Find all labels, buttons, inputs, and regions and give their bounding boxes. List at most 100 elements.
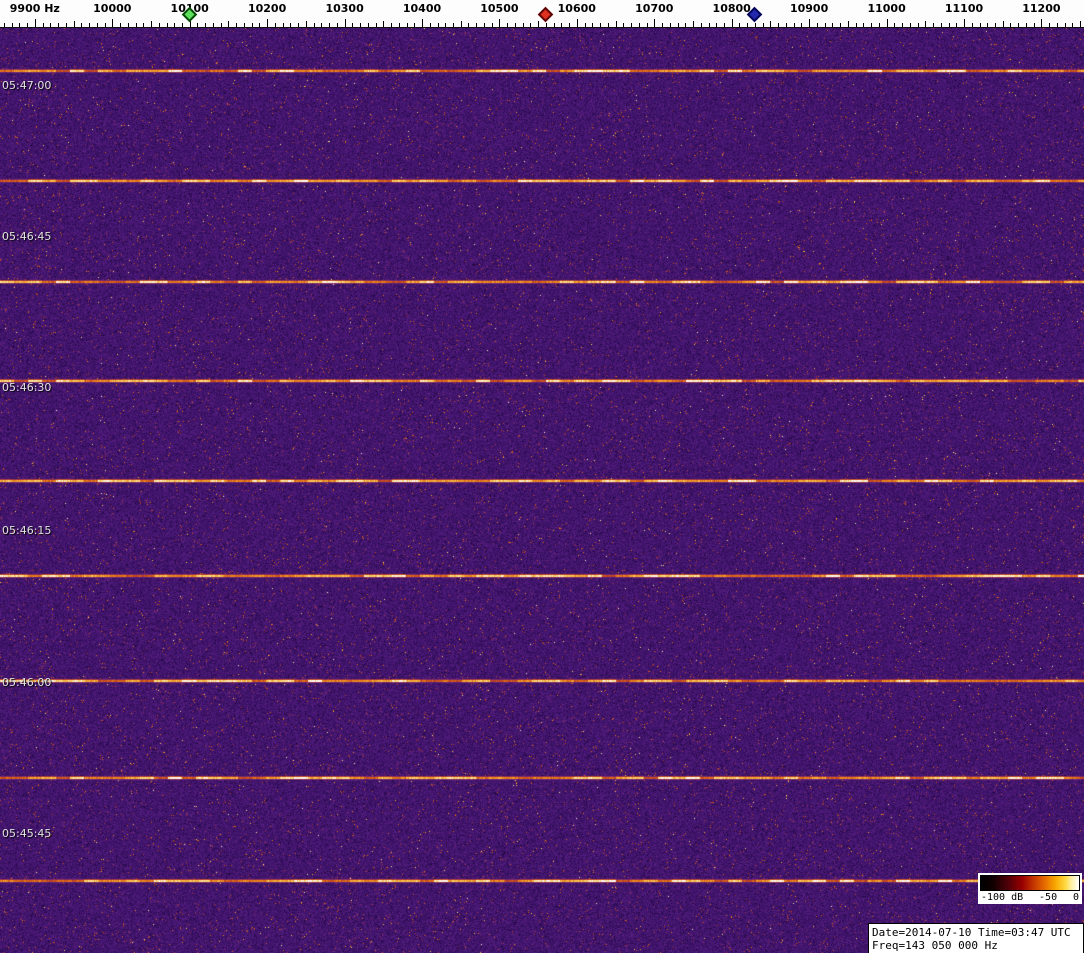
major-tick <box>887 19 888 27</box>
minor-tick <box>290 23 291 27</box>
minor-tick <box>1018 23 1019 27</box>
minor-tick <box>786 23 787 27</box>
minor-tick <box>143 23 144 27</box>
minor-tick <box>902 23 903 27</box>
minor-tick <box>205 23 206 27</box>
minor-tick <box>724 23 725 27</box>
minor-tick <box>298 23 299 27</box>
minor-tick <box>1080 21 1081 27</box>
time-axis-label: 05:46:45 <box>2 230 51 243</box>
major-tick <box>809 19 810 27</box>
minor-tick <box>12 23 13 27</box>
minor-tick <box>244 23 245 27</box>
minor-tick <box>391 23 392 27</box>
major-tick <box>1041 19 1042 27</box>
major-tick <box>577 19 578 27</box>
time-axis-label: 05:46:00 <box>2 676 51 689</box>
minor-tick <box>468 23 469 27</box>
minor-tick <box>484 23 485 27</box>
minor-tick <box>778 23 779 27</box>
minor-tick <box>1065 23 1066 27</box>
tick-label: 10300 <box>325 2 363 15</box>
minor-tick <box>4 23 5 27</box>
minor-tick <box>120 23 121 27</box>
minor-tick <box>252 23 253 27</box>
minor-tick <box>685 23 686 27</box>
minor-tick <box>19 23 20 27</box>
tick-label: 11100 <box>945 2 983 15</box>
minor-tick <box>105 23 106 27</box>
minor-tick <box>74 21 75 27</box>
minor-tick <box>1072 23 1073 27</box>
tick-label: 10200 <box>248 2 286 15</box>
minor-tick <box>546 23 547 27</box>
minor-tick <box>987 23 988 27</box>
minor-tick <box>755 23 756 27</box>
minor-tick <box>662 23 663 27</box>
minor-tick <box>321 23 322 27</box>
minor-tick <box>817 23 818 27</box>
marker-red-diamond[interactable] <box>538 7 554 23</box>
minor-tick <box>407 23 408 27</box>
minor-tick <box>414 23 415 27</box>
minor-tick <box>97 23 98 27</box>
minor-tick <box>770 21 771 27</box>
minor-tick <box>956 23 957 27</box>
major-tick <box>654 19 655 27</box>
minor-tick <box>616 21 617 27</box>
minor-tick <box>538 21 539 27</box>
minor-tick <box>368 23 369 27</box>
minor-tick <box>283 23 284 27</box>
minor-tick <box>58 23 59 27</box>
minor-tick <box>182 23 183 27</box>
minor-tick <box>197 23 198 27</box>
minor-tick <box>600 23 601 27</box>
minor-tick <box>794 23 795 27</box>
minor-tick <box>554 23 555 27</box>
minor-tick <box>1034 23 1035 27</box>
minor-tick <box>933 23 934 27</box>
minor-tick <box>50 23 51 27</box>
colorbar-labels: -100 dB -50 0 <box>980 891 1080 903</box>
minor-tick <box>879 23 880 27</box>
info-frequency: Freq=143 050 000 Hz <box>872 939 1080 952</box>
minor-tick <box>716 23 717 27</box>
minor-tick <box>1010 23 1011 27</box>
major-tick <box>732 19 733 27</box>
minor-tick <box>910 23 911 27</box>
minor-tick <box>825 23 826 27</box>
minor-tick <box>159 23 160 27</box>
spectrogram-app: 9900 Hz100001010010200103001040010500106… <box>0 0 1084 953</box>
minor-tick <box>840 23 841 27</box>
info-box: Date=2014-07-10 Time=03:47 UTC Freq=143 … <box>868 923 1084 953</box>
minor-tick <box>561 23 562 27</box>
major-tick <box>422 19 423 27</box>
minor-tick <box>523 23 524 27</box>
major-tick <box>267 19 268 27</box>
minor-tick <box>438 23 439 27</box>
colorbar-label-min: -100 dB <box>981 892 1023 903</box>
minor-tick <box>608 23 609 27</box>
minor-tick <box>1057 23 1058 27</box>
minor-tick <box>476 23 477 27</box>
major-tick <box>35 19 36 27</box>
minor-tick <box>306 21 307 27</box>
minor-tick <box>221 23 222 27</box>
frequency-ruler: 9900 Hz100001010010200103001040010500106… <box>0 0 1084 28</box>
major-tick <box>345 19 346 27</box>
minor-tick <box>592 23 593 27</box>
minor-tick <box>236 23 237 27</box>
minor-tick <box>461 21 462 27</box>
minor-tick <box>399 23 400 27</box>
minor-tick <box>763 23 764 27</box>
major-tick <box>499 19 500 27</box>
colorbar: -100 dB -50 0 <box>978 873 1082 904</box>
minor-tick <box>631 23 632 27</box>
minor-tick <box>941 23 942 27</box>
tick-label: 10800 <box>713 2 751 15</box>
spectrogram-canvas[interactable] <box>0 28 1084 953</box>
minor-tick <box>1003 21 1004 27</box>
minor-tick <box>585 23 586 27</box>
tick-label: 10900 <box>790 2 828 15</box>
minor-tick <box>918 23 919 27</box>
